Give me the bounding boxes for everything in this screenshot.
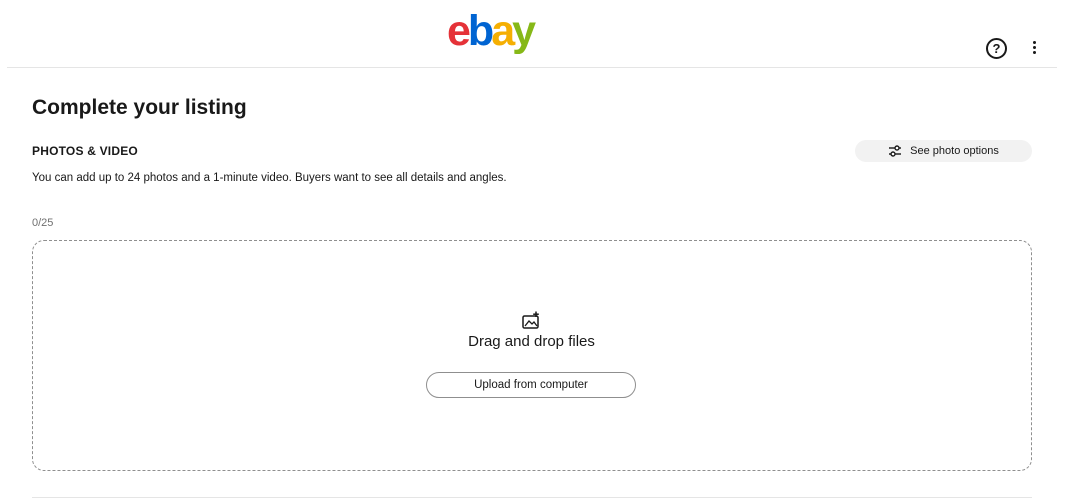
image-upload-icon <box>522 311 539 329</box>
sliders-icon <box>889 145 902 157</box>
logo-letter-b: b <box>467 7 494 55</box>
site-header: ebay ? <box>0 0 1080 68</box>
upload-from-computer-button[interactable]: Upload from computer <box>426 372 636 398</box>
more-options-button[interactable] <box>1028 40 1040 58</box>
ebay-logo[interactable]: ebay <box>447 7 536 55</box>
photo-counter: 0/25 <box>32 217 54 229</box>
photo-dropzone[interactable] <box>32 240 1032 471</box>
header-divider <box>7 67 1057 68</box>
help-button[interactable]: ? <box>986 38 1007 59</box>
logo-letter-a: a <box>491 7 515 55</box>
vertical-ellipsis-icon <box>1028 41 1040 54</box>
dropzone-title: Drag and drop files <box>468 333 595 350</box>
see-photo-options-label: See photo options <box>910 145 999 157</box>
see-photo-options-button[interactable]: See photo options <box>855 140 1032 162</box>
logo-letter-y: y <box>512 7 536 55</box>
section-divider <box>32 497 1032 498</box>
logo-letter-e: e <box>447 7 471 55</box>
page-title: Complete your listing <box>32 96 247 119</box>
photos-section-title: PHOTOS & VIDEO <box>32 144 138 158</box>
question-circle-icon: ? <box>992 41 1001 56</box>
photos-section-description: You can add up to 24 photos and a 1-minu… <box>32 172 507 184</box>
